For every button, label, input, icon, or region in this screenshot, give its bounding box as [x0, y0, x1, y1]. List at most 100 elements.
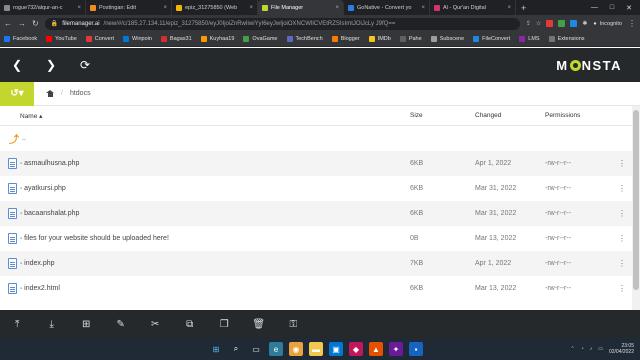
browser-tab[interactable]: rogue732/alqur-an-c ×: [0, 0, 86, 15]
app-icon[interactable]: ▲: [369, 342, 383, 356]
bookmark-item[interactable]: OvaGame: [243, 36, 278, 42]
windows-start-icon[interactable]: ⊞: [209, 342, 223, 356]
select-handle-icon[interactable]: ▪: [20, 236, 22, 242]
file-row[interactable]: ▪ files for your website should be upload…: [0, 226, 632, 251]
file-name[interactable]: index.php: [24, 260, 54, 267]
tab-close-icon[interactable]: ×: [249, 5, 253, 11]
file-name[interactable]: files for your website should be uploade…: [24, 235, 169, 242]
back-icon[interactable]: ←: [4, 19, 12, 28]
back-button[interactable]: ❮: [0, 48, 34, 82]
store-icon[interactable]: ▣: [329, 342, 343, 356]
cut-button[interactable]: ✂: [138, 310, 173, 338]
edit-button[interactable]: ✎: [104, 310, 139, 338]
bookmark-item[interactable]: IMDb: [368, 36, 391, 42]
parent-directory-row[interactable]: ⤴ ..: [0, 126, 632, 151]
column-permissions[interactable]: Permissions: [545, 112, 580, 119]
forward-icon[interactable]: →: [18, 19, 26, 28]
extension-icon[interactable]: [570, 20, 578, 27]
scrollbar[interactable]: [632, 106, 640, 310]
bookmark-item[interactable]: Kuyhaa19: [200, 36, 234, 42]
history-button[interactable]: ↺▾: [0, 81, 34, 106]
row-menu-icon[interactable]: ⋮: [618, 234, 626, 243]
column-name[interactable]: Name ▴: [20, 112, 42, 120]
breadcrumb-folder[interactable]: htdocs: [70, 90, 91, 97]
minimize-button[interactable]: —: [591, 4, 598, 11]
url-input[interactable]: 🔒 filemanager.ai/new/#/c/185.27.134.11/e…: [44, 17, 520, 30]
puzzle-icon[interactable]: ✱: [582, 20, 587, 27]
task-view-icon[interactable]: ▭: [249, 342, 263, 356]
app-icon[interactable]: ▪: [409, 342, 423, 356]
forward-button[interactable]: ❯: [34, 48, 68, 82]
bookmark-item[interactable]: Extensions: [548, 36, 585, 42]
column-changed[interactable]: Changed: [475, 112, 501, 119]
select-handle-icon[interactable]: ▪: [20, 286, 22, 292]
bookmark-item[interactable]: Blogger: [331, 36, 360, 42]
bookmark-item[interactable]: Bagas31: [160, 36, 192, 42]
file-name[interactable]: ayatkursi.php: [24, 185, 66, 192]
close-window-button[interactable]: ✕: [626, 4, 632, 12]
upload-button[interactable]: ⤒: [0, 310, 35, 338]
scrollbar-thumb[interactable]: [633, 110, 639, 290]
file-name[interactable]: bacaanshalat.php: [24, 210, 79, 217]
share-icon[interactable]: ⇪: [526, 20, 531, 27]
bookmark-item[interactable]: TechBench: [286, 36, 323, 42]
app-icon[interactable]: ◆: [349, 342, 363, 356]
file-row[interactable]: ▪ bacaanshalat.php 6KB Mar 31, 2022 -rw-r--r…: [0, 201, 632, 226]
folder-icon[interactable]: ▬: [309, 342, 323, 356]
new-item-button[interactable]: ⊞: [69, 310, 104, 338]
tab-close-icon[interactable]: ×: [163, 5, 167, 11]
volume-icon[interactable]: ♪: [590, 346, 593, 352]
bookmark-item[interactable]: Winpoin: [123, 36, 152, 42]
paste-button[interactable]: ❐: [207, 310, 242, 338]
tab-close-icon[interactable]: ×: [421, 5, 425, 11]
bookmark-item[interactable]: Convert: [85, 36, 114, 42]
tray-chevron-icon[interactable]: ⌃: [571, 346, 575, 352]
browser-tab[interactable]: File Manager ×: [258, 0, 344, 15]
edge-icon[interactable]: e: [269, 342, 283, 356]
battery-icon[interactable]: ▭: [598, 346, 603, 352]
file-row[interactable]: ▪ asmaulhusna.php 6KB Apr 1, 2022 -rw-r--r--…: [0, 151, 632, 176]
extension-icon[interactable]: [546, 20, 554, 27]
select-handle-icon[interactable]: ▪: [20, 211, 22, 217]
maximize-button[interactable]: □: [610, 4, 614, 11]
bookmark-item[interactable]: YouTube: [46, 36, 77, 42]
bookmark-item[interactable]: Facebook: [4, 36, 37, 42]
select-handle-icon[interactable]: ▪: [20, 261, 22, 267]
bookmark-item[interactable]: Subscene: [430, 36, 464, 42]
new-tab-button[interactable]: +: [516, 0, 531, 15]
network-icon[interactable]: ◔: [581, 346, 584, 352]
star-icon[interactable]: ☆: [536, 20, 541, 27]
row-menu-icon[interactable]: ⋮: [618, 259, 626, 268]
home-icon[interactable]: [46, 90, 54, 97]
file-row[interactable]: ▪ index2.html 6KB Mar 13, 2022 -rw-r--r-- ⋮: [0, 276, 632, 301]
download-button[interactable]: ⤓: [35, 310, 70, 338]
file-name[interactable]: asmaulhusna.php: [24, 160, 79, 167]
browser-tab[interactable]: Postingan: Edit ×: [86, 0, 172, 15]
file-row[interactable]: ▪ ayatkursi.php 6KB Mar 31, 2022 -rw-r--r-- ⋮: [0, 176, 632, 201]
chrome-icon[interactable]: ◉: [289, 342, 303, 356]
clock[interactable]: 23:05 02/04/2022: [609, 343, 634, 355]
bookmark-item[interactable]: Pahe: [399, 36, 422, 42]
browser-tab[interactable]: GoNative - Convert yo ×: [344, 0, 430, 15]
tab-close-icon[interactable]: ×: [77, 5, 81, 11]
row-menu-icon[interactable]: ⋮: [618, 159, 626, 168]
row-menu-icon[interactable]: ⋮: [618, 184, 626, 193]
app-icon[interactable]: ✦: [389, 342, 403, 356]
file-name[interactable]: index2.html: [24, 285, 60, 292]
bookmark-item[interactable]: LMS: [519, 36, 540, 42]
search-icon[interactable]: ⌕: [229, 342, 243, 356]
row-menu-icon[interactable]: ⋮: [618, 209, 626, 218]
column-size[interactable]: Size: [410, 112, 423, 119]
tab-close-icon[interactable]: ×: [507, 5, 511, 11]
incognito-badge[interactable]: ● Incognito: [593, 21, 622, 27]
copy-button[interactable]: ⧉: [173, 310, 208, 338]
bookmark-item[interactable]: FileConvert: [473, 36, 510, 42]
permissions-button[interactable]: ⚿: [276, 310, 311, 338]
tab-close-icon[interactable]: ×: [335, 5, 339, 11]
delete-button[interactable]: 🗑: [242, 310, 277, 338]
browser-tab[interactable]: Al - Qur'an Digital ×: [430, 0, 516, 15]
reload-icon[interactable]: ↻: [32, 19, 39, 28]
extension-icon[interactable]: [558, 20, 566, 27]
file-row[interactable]: ▪ index.php 7KB Apr 1, 2022 -rw-r--r-- ⋮: [0, 251, 632, 276]
select-handle-icon[interactable]: ▪: [20, 186, 22, 192]
